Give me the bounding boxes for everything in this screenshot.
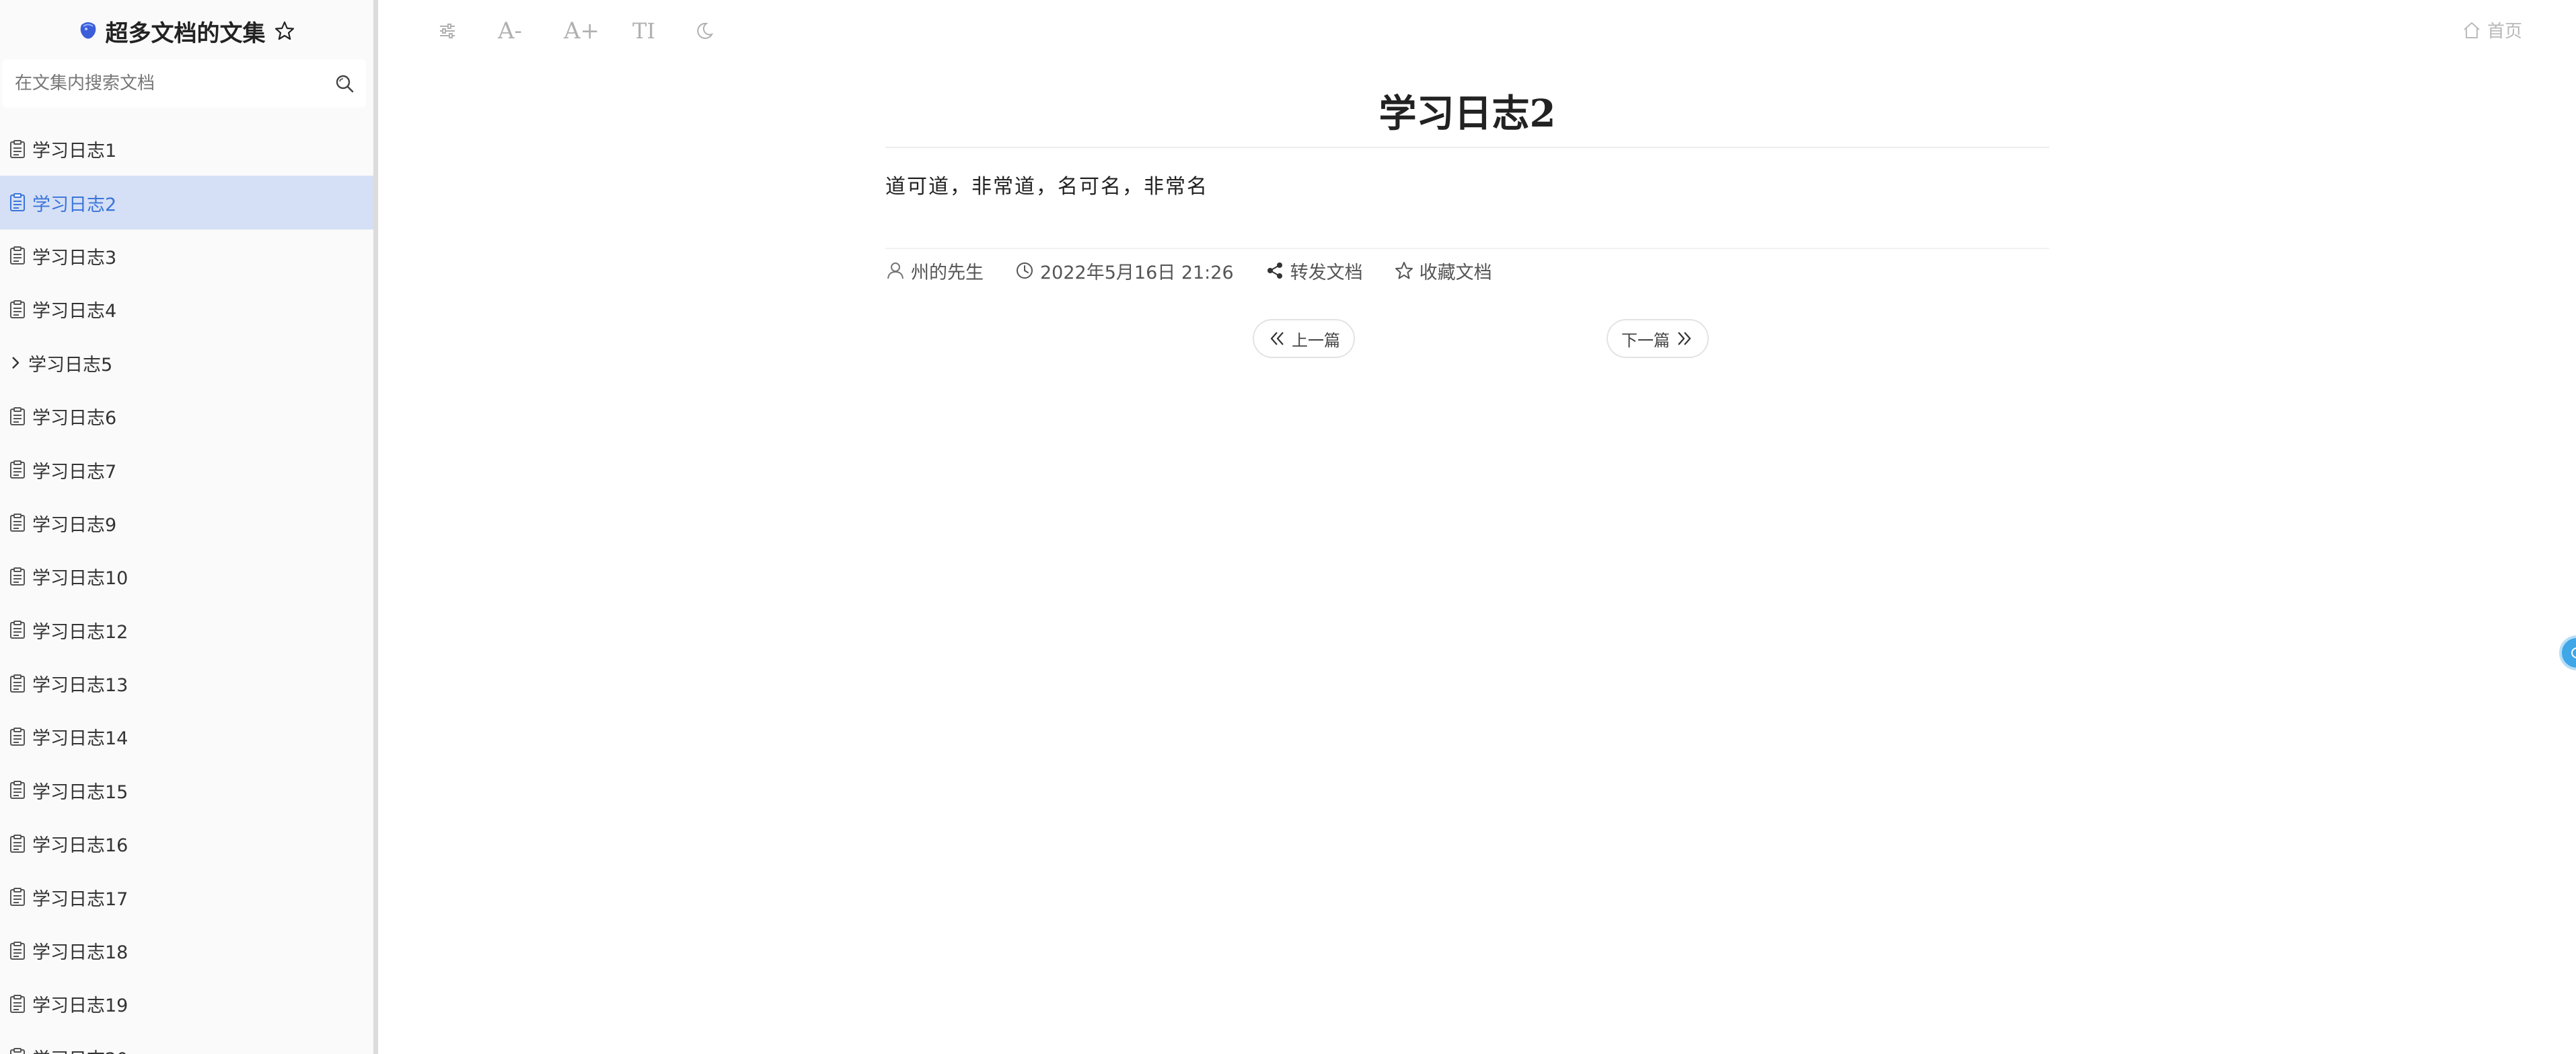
document-icon	[10, 1048, 25, 1054]
document-icon	[10, 300, 25, 318]
next-doc-button[interactable]: 下一篇	[1607, 319, 1709, 358]
document-icon	[10, 460, 25, 479]
search-input[interactable]	[13, 73, 334, 94]
doc-list: 学习日志1 学习日志2 学习日志3 学习日志4 学习日志5 学习日志6 学习日志7 学习日志9…	[0, 122, 373, 1054]
sidebar-item-label: 学习日志14	[32, 728, 128, 750]
search-box	[3, 59, 366, 108]
collection-title: 超多文档的文集	[105, 20, 266, 47]
font-increase-button[interactable]: A+	[564, 15, 599, 47]
doc-body: 道可道，非常道，名可名，非常名	[885, 175, 1208, 199]
sidebar-item-label: 学习日志18	[32, 942, 128, 964]
star-icon[interactable]	[274, 20, 295, 42]
font-style-button[interactable]: TI	[632, 15, 655, 47]
share-icon	[1267, 262, 1282, 279]
collection-header: 超多文档的文集	[0, 0, 373, 62]
double-chevron-left-icon	[1270, 332, 1284, 345]
next-doc-label: 下一篇	[1621, 330, 1670, 350]
document-icon	[10, 994, 25, 1013]
sidebar-item-label: 学习日志1	[32, 141, 117, 162]
sidebar-item-label: 学习日志17	[32, 888, 128, 910]
sidebar-item-label: 学习日志12	[32, 621, 128, 643]
meta-divider	[885, 248, 2049, 249]
sidebar-doc-item[interactable]: 学习日志15	[0, 764, 373, 817]
date-info: 2022年5月16日 21:26	[1015, 258, 1234, 284]
star-outline-icon	[1395, 262, 1413, 279]
sidebar-item-label: 学习日志19	[32, 995, 128, 1017]
favorite-label: 收藏文档	[1419, 262, 1492, 283]
sidebar-doc-item[interactable]: 学习日志16	[0, 817, 373, 870]
document-icon	[10, 139, 25, 158]
sidebar-doc-item[interactable]: 学习日志13	[0, 657, 373, 710]
clock-icon	[1017, 262, 1033, 279]
sidebar: 超多文档的文集 学习日志1学习日志2学习日志3学习日志4学习日志5学习日志6学习…	[0, 0, 378, 1054]
share-button[interactable]: 转发文档	[1265, 258, 1363, 284]
collection-logo-icon	[80, 22, 96, 39]
doc-meta: 州的先生 2022年5月16日 21:26 转发文档 收藏文档	[885, 257, 1492, 284]
author-name: 州的先生	[911, 262, 984, 283]
favorite-button[interactable]: 收藏文档	[1394, 258, 1492, 284]
document-icon	[10, 567, 25, 586]
sidebar-doc-item[interactable]: 学习日志20	[0, 1031, 373, 1054]
sidebar-doc-item[interactable]: 学习日志17	[0, 870, 373, 923]
sidebar-doc-item[interactable]: 学习日志14	[0, 710, 373, 763]
sliders-icon	[440, 24, 455, 38]
sidebar-item-label: 学习日志4	[32, 301, 117, 322]
sidebar-item-label: 学习日志7	[32, 461, 117, 483]
sidebar-doc-item[interactable]: 学习日志6	[0, 390, 373, 443]
document-icon	[10, 407, 25, 425]
chevron-right-icon[interactable]	[8, 353, 23, 372]
document-icon	[10, 193, 25, 212]
sidebar-item-label: 学习日志9	[32, 514, 117, 536]
document-icon	[10, 888, 25, 907]
sidebar-doc-item[interactable]: 学习日志1	[0, 122, 373, 176]
sidebar-doc-item[interactable]: 学习日志10	[0, 550, 373, 603]
sidebar-doc-item[interactable]: 学习日志4	[0, 283, 373, 336]
document-icon	[10, 514, 25, 532]
share-label: 转发文档	[1290, 262, 1363, 283]
sidebar-doc-item[interactable]: 学习日志9	[0, 497, 373, 550]
dark-mode-button[interactable]	[694, 15, 714, 47]
floating-assistant-button[interactable]	[2559, 635, 2576, 670]
moon-icon	[697, 22, 714, 39]
settings-button[interactable]	[437, 15, 457, 47]
document-icon	[10, 246, 25, 265]
sidebar-item-label: 学习日志13	[32, 675, 128, 697]
sidebar-item-label: 学习日志6	[32, 408, 117, 429]
sidebar-doc-item[interactable]: 学习日志3	[0, 230, 373, 283]
page-title: 学习日志2	[1378, 92, 1556, 136]
document-icon	[10, 727, 25, 746]
sidebar-doc-item[interactable]: 学习日志7	[0, 443, 373, 496]
sidebar-doc-item[interactable]: 学习日志12	[0, 604, 373, 657]
sidebar-doc-item[interactable]: 学习日志19	[0, 977, 373, 1030]
document-icon	[10, 621, 25, 639]
document-icon	[10, 941, 25, 960]
sidebar-item-label: 学习日志3	[32, 247, 117, 269]
sidebar-doc-item[interactable]: 学习日志18	[0, 924, 373, 977]
font-decrease-button[interactable]: A-	[498, 15, 522, 47]
sidebar-item-label: 学习日志20	[32, 1045, 128, 1054]
user-icon	[887, 262, 904, 279]
prev-doc-label: 上一篇	[1292, 330, 1340, 350]
sidebar-item-label: 学习日志5	[28, 354, 113, 376]
chat-bubble-icon	[2571, 647, 2576, 658]
search-icon[interactable]	[334, 73, 355, 94]
double-chevron-right-icon	[1678, 332, 1691, 345]
doc-datetime: 2022年5月16日 21:26	[1040, 262, 1234, 283]
sidebar-doc-item[interactable]: 学习日志2	[0, 176, 373, 230]
sidebar-item-label: 学习日志15	[32, 781, 128, 803]
title-divider	[885, 147, 2049, 148]
document-icon	[10, 834, 25, 853]
sidebar-item-label: 学习日志2	[32, 194, 117, 215]
home-link[interactable]: 首页	[2462, 17, 2522, 42]
document-icon	[10, 674, 25, 693]
prev-doc-button[interactable]: 上一篇	[1253, 319, 1355, 358]
sidebar-item-label: 学习日志10	[32, 568, 128, 590]
home-icon	[2464, 22, 2480, 38]
reader-toolbar: A- A+ TI 首页	[378, 0, 2576, 62]
home-label: 首页	[2487, 22, 2522, 42]
sidebar-folder-item[interactable]: 学习日志5	[0, 337, 373, 390]
author-info: 州的先生	[885, 258, 984, 284]
sidebar-item-label: 学习日志16	[32, 835, 128, 857]
document-icon	[10, 781, 25, 800]
